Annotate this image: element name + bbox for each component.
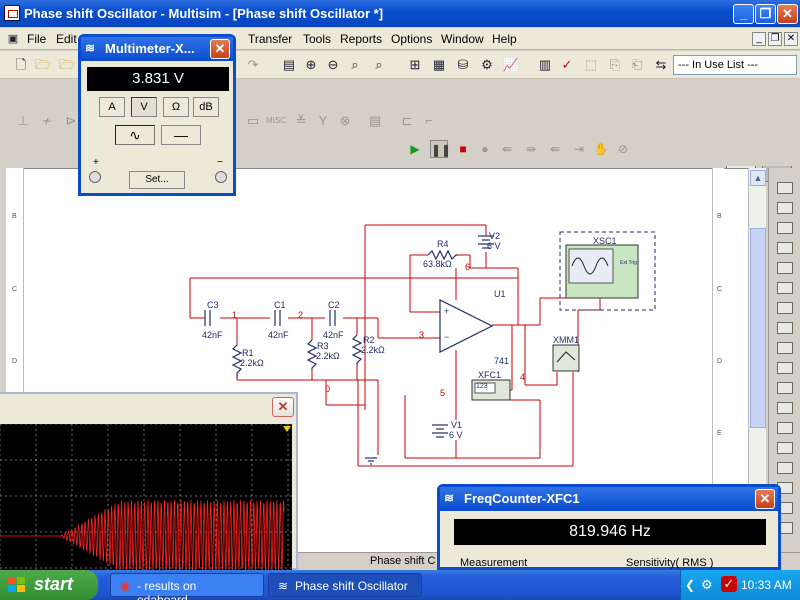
start-button[interactable]: start [0, 570, 98, 600]
freqcounter-reading: 819.946 Hz [454, 519, 766, 545]
windows-logo-icon [8, 577, 26, 593]
multimeter-db-button[interactable]: dB [193, 97, 219, 117]
taskbar: start ◉ - results on edaboard.... ≋ Phas… [0, 570, 800, 600]
multimeter-set-button[interactable]: Set... [129, 171, 185, 189]
multimeter-close-button[interactable]: ✕ [210, 39, 230, 59]
multimeter-title: Multimeter-X... [105, 41, 195, 56]
multimeter-titlebar[interactable]: ≋ Multimeter-X... ✕ [81, 37, 233, 61]
sensitivity-label: Sensitivity( RMS ) [626, 557, 714, 569]
instrument-network-analyzer-icon[interactable] [777, 442, 793, 454]
instrument-spectrum-analyzer-icon[interactable] [777, 422, 793, 434]
instrument-logic-converter-icon[interactable] [777, 362, 793, 374]
tray-arrow-icon[interactable]: ❮ [685, 578, 695, 592]
freqcounter-window[interactable]: ≋ FreqCounter-XFC1 ✕ 819.946 Hz Measurem… [437, 484, 781, 570]
freqcounter-close-button[interactable]: ✕ [755, 489, 775, 509]
instrument-oscilloscope-icon[interactable] [777, 242, 793, 254]
system-tray: ❮ ⚙ ✓ 10:33 AM [680, 570, 800, 600]
instrument-multimeter-icon[interactable] [777, 182, 793, 194]
multisim-task-icon: ≋ [277, 579, 289, 593]
taskbar-item-multisim-label: Phase shift Oscillator ... [295, 579, 408, 600]
instrument-logic-analyzer-icon[interactable] [777, 342, 793, 354]
multimeter-negative-terminal[interactable] [215, 171, 227, 183]
instrument-word-generator-icon[interactable] [777, 322, 793, 334]
antivirus-icon[interactable]: ✓ [721, 576, 737, 592]
design-tab[interactable]: Phase shift C [370, 555, 435, 567]
multimeter-amp-button[interactable]: A [99, 97, 125, 117]
instrument-iv-analyzer-icon[interactable] [777, 382, 793, 394]
xsc1-screen [568, 248, 614, 284]
multimeter-minus-label: − [217, 157, 223, 168]
multimeter-positive-terminal[interactable] [89, 171, 101, 183]
start-label: start [34, 574, 74, 594]
multimeter-window-icon: ≋ [85, 41, 96, 55]
freqcounter-title: FreqCounter-XFC1 [464, 491, 580, 506]
clock: 10:33 AM [741, 578, 792, 592]
instrument-4ch-oscilloscope-icon[interactable] [777, 262, 793, 274]
instrument-function-generator-icon[interactable] [777, 202, 793, 214]
multimeter-plus-label: + [93, 157, 99, 168]
freqcounter-window-icon: ≋ [444, 491, 455, 505]
multimeter-ohm-button[interactable]: Ω [163, 97, 189, 117]
instrument-frequency-counter-icon[interactable] [777, 302, 793, 314]
freqcounter-titlebar[interactable]: ≋ FreqCounter-XFC1 ✕ [440, 487, 778, 511]
xfc1-display [474, 382, 496, 394]
instrument-agilent-icon[interactable] [777, 462, 793, 474]
scroll-up-icon[interactable]: ▲ [750, 170, 766, 186]
multimeter-ac-button[interactable]: ∿ [115, 125, 155, 145]
multimeter-window[interactable]: ≋ Multimeter-X... ✕ 3.831 V A V Ω dB ∿ —… [78, 34, 236, 196]
oscilloscope-close-button[interactable]: ✕ [272, 397, 294, 417]
measurement-label: Measurement [460, 557, 528, 569]
taskbar-item-edaboard-label: - results on edaboard.... [137, 579, 202, 600]
xmm1-multimeter[interactable] [552, 344, 580, 372]
multimeter-reading: 3.831 V [87, 67, 229, 91]
oscilloscope-window[interactable]: ✕ [0, 392, 298, 570]
taskbar-item-multisim[interactable]: ≋ Phase shift Oscillator ... [268, 573, 422, 600]
multimeter-volt-button[interactable]: V [131, 97, 157, 117]
browser-icon: ◉ [119, 579, 131, 593]
instrument-distortion-analyzer-icon[interactable] [777, 402, 793, 414]
instrument-bode-plotter-icon[interactable] [777, 282, 793, 294]
scroll-thumb[interactable] [750, 228, 766, 428]
taskbar-item-edaboard[interactable]: ◉ - results on edaboard.... [110, 573, 264, 600]
multimeter-dc-button[interactable]: — [161, 125, 201, 145]
vertical-scrollbar[interactable]: ▲ [748, 168, 766, 538]
instrument-wattmeter-icon[interactable] [777, 222, 793, 234]
oscilloscope-screen [0, 424, 292, 570]
network-icon[interactable]: ⚙ [701, 577, 713, 593]
